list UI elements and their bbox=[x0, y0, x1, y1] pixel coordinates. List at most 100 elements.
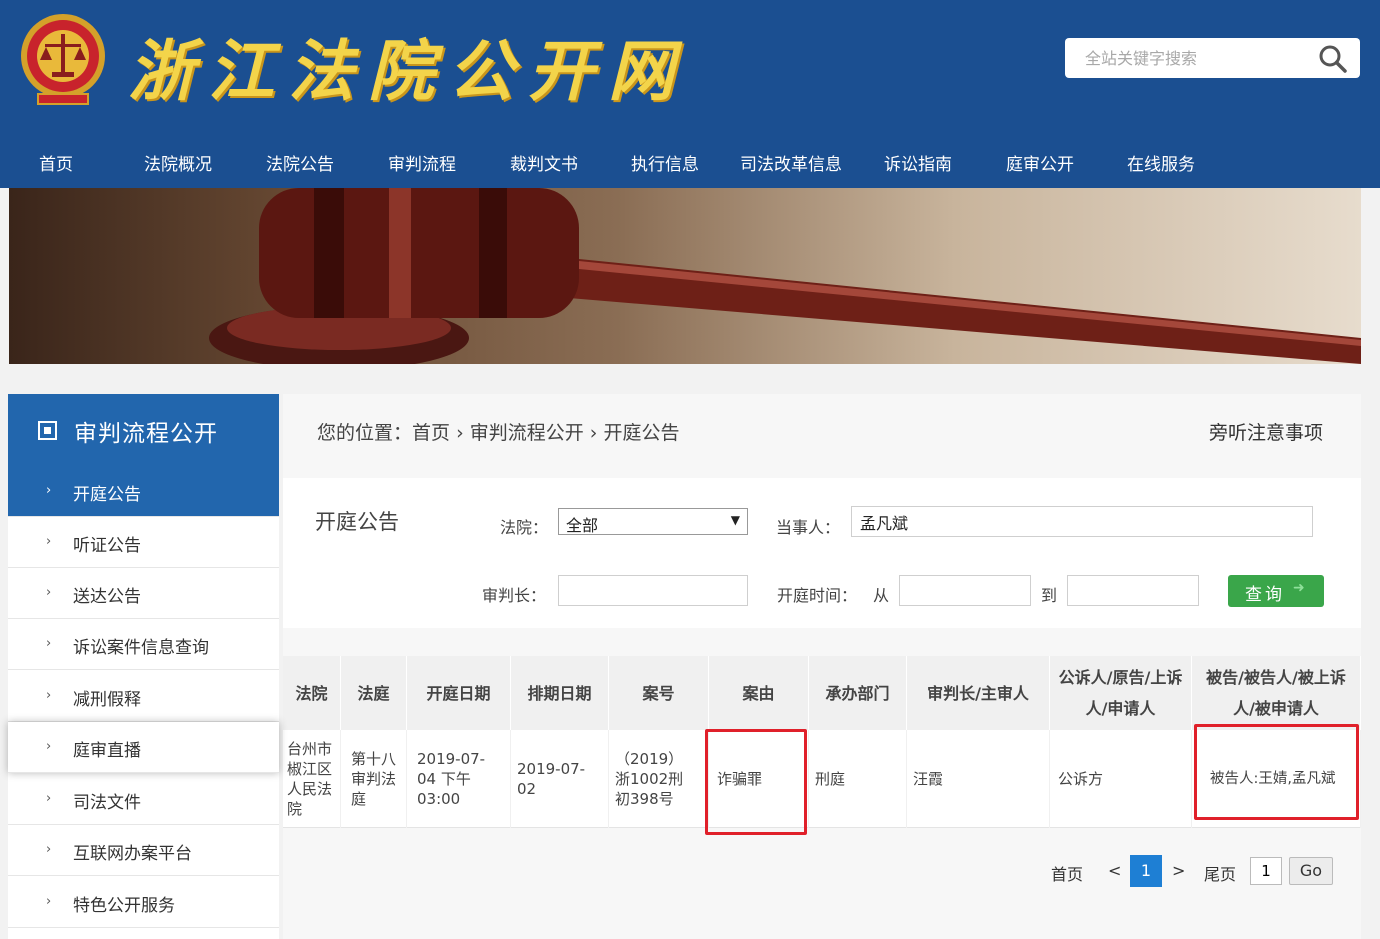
breadcrumb-trial-process[interactable]: 审判流程公开 bbox=[470, 422, 584, 444]
chevron-right-icon: › bbox=[46, 791, 52, 806]
cell-schedule-date-text: 2019-07-02 bbox=[517, 760, 586, 798]
chevron-right-icon: › bbox=[46, 739, 52, 754]
breadcrumb-current[interactable]: 开庭公告 bbox=[603, 422, 679, 444]
gavel-image bbox=[209, 188, 1361, 364]
sidebar-item-trial-livestream[interactable]: › 庭审直播 bbox=[8, 722, 279, 773]
sidebar-item-label: 诉讼案件信息查询 bbox=[73, 638, 209, 658]
sidebar-item-online-case-platform[interactable]: › 互联网办案平台 bbox=[8, 825, 279, 876]
cell-room: 第十八审判法庭 bbox=[341, 730, 407, 828]
cell-cause: 诈骗罪 bbox=[709, 730, 809, 828]
sidebar-item-label: 司法文件 bbox=[73, 793, 141, 813]
time-to-input[interactable] bbox=[1067, 575, 1199, 606]
nav-item-trial-process[interactable]: 审判流程 bbox=[388, 150, 456, 175]
site-header: 浙江法院公开网 首页 法院概况 法院公告 审判流程 裁判文书 执行信息 司法改革… bbox=[0, 0, 1380, 188]
sidebar-item-service-notices[interactable]: › 送达公告 bbox=[8, 568, 279, 619]
chevron-right-icon: › bbox=[46, 894, 52, 909]
cell-room-text: 第十八审判法庭 bbox=[351, 750, 397, 808]
sidebar-item-hearing-notices[interactable]: › 听证公告 bbox=[8, 517, 279, 568]
sidebar-title: 审判流程公开 bbox=[74, 421, 218, 447]
pager-prev[interactable]: < bbox=[1108, 861, 1121, 880]
nav-item-enforcement[interactable]: 执行信息 bbox=[631, 150, 699, 175]
sidebar-item-judicial-documents[interactable]: › 司法文件 bbox=[8, 774, 279, 825]
court-select[interactable]: 全部 ▼ bbox=[558, 508, 748, 535]
breadcrumb-separator: › bbox=[456, 422, 464, 444]
hearing-time-label: 开庭时间： bbox=[777, 586, 858, 605]
cell-judge-text: 汪霞 bbox=[913, 770, 944, 788]
search-icon[interactable] bbox=[1318, 44, 1348, 74]
cell-plaintiff: 公诉方 bbox=[1050, 730, 1192, 828]
party-input[interactable] bbox=[851, 506, 1313, 537]
time-from-label: 从 bbox=[873, 586, 890, 605]
arrow-right-icon: ➜ bbox=[1293, 580, 1305, 596]
col-header-case-number: 案号 bbox=[609, 656, 709, 730]
pager-page-input[interactable] bbox=[1250, 857, 1282, 885]
sidebar-item-special-services[interactable]: › 特色公开服务 bbox=[8, 877, 279, 928]
court-label: 法院： bbox=[500, 518, 549, 537]
col-header-judge: 审判长/主审人 bbox=[907, 656, 1050, 730]
pager-last[interactable]: 尾页 bbox=[1204, 861, 1236, 885]
sidebar-item-label: 减刑假释 bbox=[73, 690, 141, 710]
breadcrumb-separator: › bbox=[589, 422, 598, 444]
nav-item-litigation-guide[interactable]: 诉讼指南 bbox=[884, 150, 952, 175]
main-nav: 首页 法院概况 法院公告 审判流程 裁判文书 执行信息 司法改革信息 诉讼指南 … bbox=[0, 136, 1380, 188]
sidebar-item-label: 听证公告 bbox=[73, 536, 141, 556]
nav-item-online-services[interactable]: 在线服务 bbox=[1127, 150, 1195, 175]
breadcrumb-home[interactable]: 首页 bbox=[412, 422, 450, 444]
col-header-court: 法院 bbox=[283, 656, 341, 730]
cell-department-text: 刑庭 bbox=[815, 770, 846, 788]
site-title: 浙江法院公开网 bbox=[128, 32, 688, 110]
sidebar: 审判流程公开 › 开庭公告 › 听证公告 › 送达公告 › 诉讼案件信息查询 ›… bbox=[8, 394, 279, 939]
cell-court-text: 台州市椒江区人民法院 bbox=[287, 740, 333, 818]
nav-item-court-announcements[interactable]: 法院公告 bbox=[266, 150, 334, 175]
court-emblem-icon bbox=[21, 14, 105, 105]
party-label: 当事人： bbox=[776, 518, 841, 537]
judge-label: 审判长： bbox=[482, 586, 547, 605]
main-content: 您的位置：首页 › 审判流程公开 › 开庭公告 旁听注意事项 开庭公告 法院： … bbox=[283, 394, 1361, 939]
col-header-defendant: 被告/被告人/被上诉人/被申请人 bbox=[1192, 656, 1361, 730]
attendance-notice-link[interactable]: 旁听注意事项 bbox=[1209, 418, 1323, 445]
query-button[interactable]: 查询 ➜ bbox=[1228, 575, 1324, 607]
nav-item-judgments[interactable]: 裁判文书 bbox=[510, 150, 578, 175]
query-button-label: 查询 bbox=[1245, 585, 1285, 605]
sidebar-item-case-query[interactable]: › 诉讼案件信息查询 bbox=[8, 619, 279, 670]
sidebar-item-label: 开庭公告 bbox=[73, 485, 141, 505]
col-header-plaintiff: 公诉人/原告/上诉人/申请人 bbox=[1050, 656, 1192, 730]
sidebar-item-commutation-parole[interactable]: › 减刑假释 bbox=[8, 671, 279, 722]
cell-plaintiff-text: 公诉方 bbox=[1058, 770, 1104, 788]
gavel-banner bbox=[9, 188, 1361, 364]
pager-current-page[interactable]: 1 bbox=[1130, 855, 1162, 887]
nav-item-home[interactable]: 首页 bbox=[39, 150, 73, 175]
sidebar-item-hearing-announcements[interactable]: › 开庭公告 bbox=[8, 466, 279, 517]
pager-first[interactable]: 首页 bbox=[1051, 861, 1083, 885]
nav-item-judicial-reform[interactable]: 司法改革信息 bbox=[740, 150, 842, 175]
sidebar-item-label: 庭审直播 bbox=[73, 741, 141, 761]
chevron-right-icon: › bbox=[46, 483, 52, 498]
nav-item-court-overview[interactable]: 法院概况 bbox=[144, 150, 212, 175]
cell-court: 台州市椒江区人民法院 bbox=[283, 730, 341, 828]
pager-go-button[interactable]: Go bbox=[1289, 857, 1333, 885]
sidebar-item-label: 特色公开服务 bbox=[73, 896, 175, 916]
time-to-label: 到 bbox=[1041, 586, 1058, 605]
form-title: 开庭公告 bbox=[315, 510, 399, 534]
cell-hearing-date-text: 2019-07-04 下午03:00 bbox=[417, 750, 486, 808]
sidebar-header: 审判流程公开 bbox=[8, 394, 279, 466]
cell-case-number-text: （2019）浙1002刑初398号 bbox=[615, 750, 684, 808]
col-header-department: 承办部门 bbox=[809, 656, 907, 730]
judge-input[interactable] bbox=[558, 575, 748, 606]
pager-next[interactable]: > bbox=[1172, 861, 1185, 880]
col-header-hearing-date: 开庭日期 bbox=[407, 656, 511, 730]
col-header-schedule-date: 排期日期 bbox=[511, 656, 609, 730]
cell-defendant: 被告人:王婧,孟凡斌 bbox=[1192, 730, 1361, 828]
sidebar-item-label: 互联网办案平台 bbox=[73, 844, 192, 864]
time-from-input[interactable] bbox=[899, 575, 1031, 606]
cell-schedule-date: 2019-07-02 bbox=[511, 730, 609, 828]
col-header-cause: 案由 bbox=[709, 656, 809, 730]
site-search bbox=[1065, 38, 1360, 78]
court-select-value: 全部 bbox=[566, 516, 599, 535]
caret-down-icon: ▼ bbox=[730, 513, 740, 527]
search-input[interactable] bbox=[1065, 38, 1305, 78]
search-form: 开庭公告 法院： 全部 ▼ 当事人： 审判长： 开庭时间： 从 到 查询 ➜ bbox=[283, 478, 1361, 628]
cell-case-number: （2019）浙1002刑初398号 bbox=[609, 730, 709, 828]
chevron-right-icon: › bbox=[46, 842, 52, 857]
nav-item-open-trials[interactable]: 庭审公开 bbox=[1006, 150, 1074, 175]
